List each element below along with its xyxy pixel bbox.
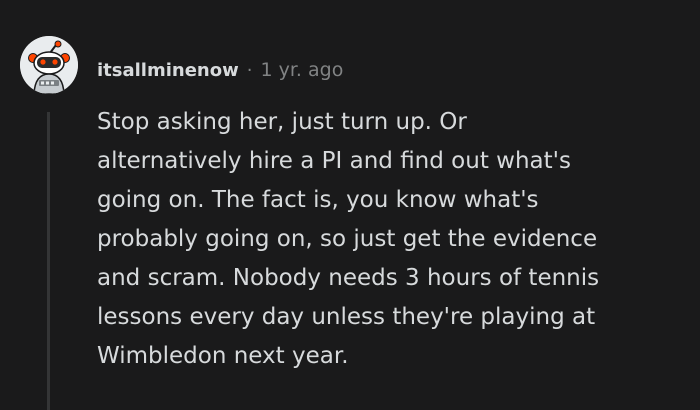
comment-line: alternatively hire a PI and find out wha… bbox=[97, 148, 571, 174]
comment-line: Stop asking her, just turn up. Or bbox=[97, 109, 467, 135]
comment-line: probably going on, so just get the evide… bbox=[97, 226, 598, 252]
comment-meta: itsallminenow · 1 yr. ago bbox=[97, 56, 343, 84]
comment-timestamp[interactable]: 1 yr. ago bbox=[260, 59, 343, 81]
comment-body: Stop asking her, just turn up. Or altern… bbox=[97, 103, 697, 376]
thread-collapse-line[interactable] bbox=[47, 112, 50, 410]
user-avatar-icon[interactable] bbox=[20, 36, 78, 94]
comment-line: and scram. Nobody needs 3 hours of tenni… bbox=[97, 265, 600, 291]
comment-line: lessons every day unless they're playing… bbox=[97, 304, 596, 330]
comment-line: Wimbledon next year. bbox=[97, 343, 349, 369]
meta-separator: · bbox=[246, 59, 253, 81]
username-link[interactable]: itsallminenow bbox=[97, 60, 239, 81]
comment: itsallminenow · 1 yr. ago Stop asking he… bbox=[0, 0, 700, 410]
comment-line: going on. The fact is, you know what's bbox=[97, 187, 539, 213]
